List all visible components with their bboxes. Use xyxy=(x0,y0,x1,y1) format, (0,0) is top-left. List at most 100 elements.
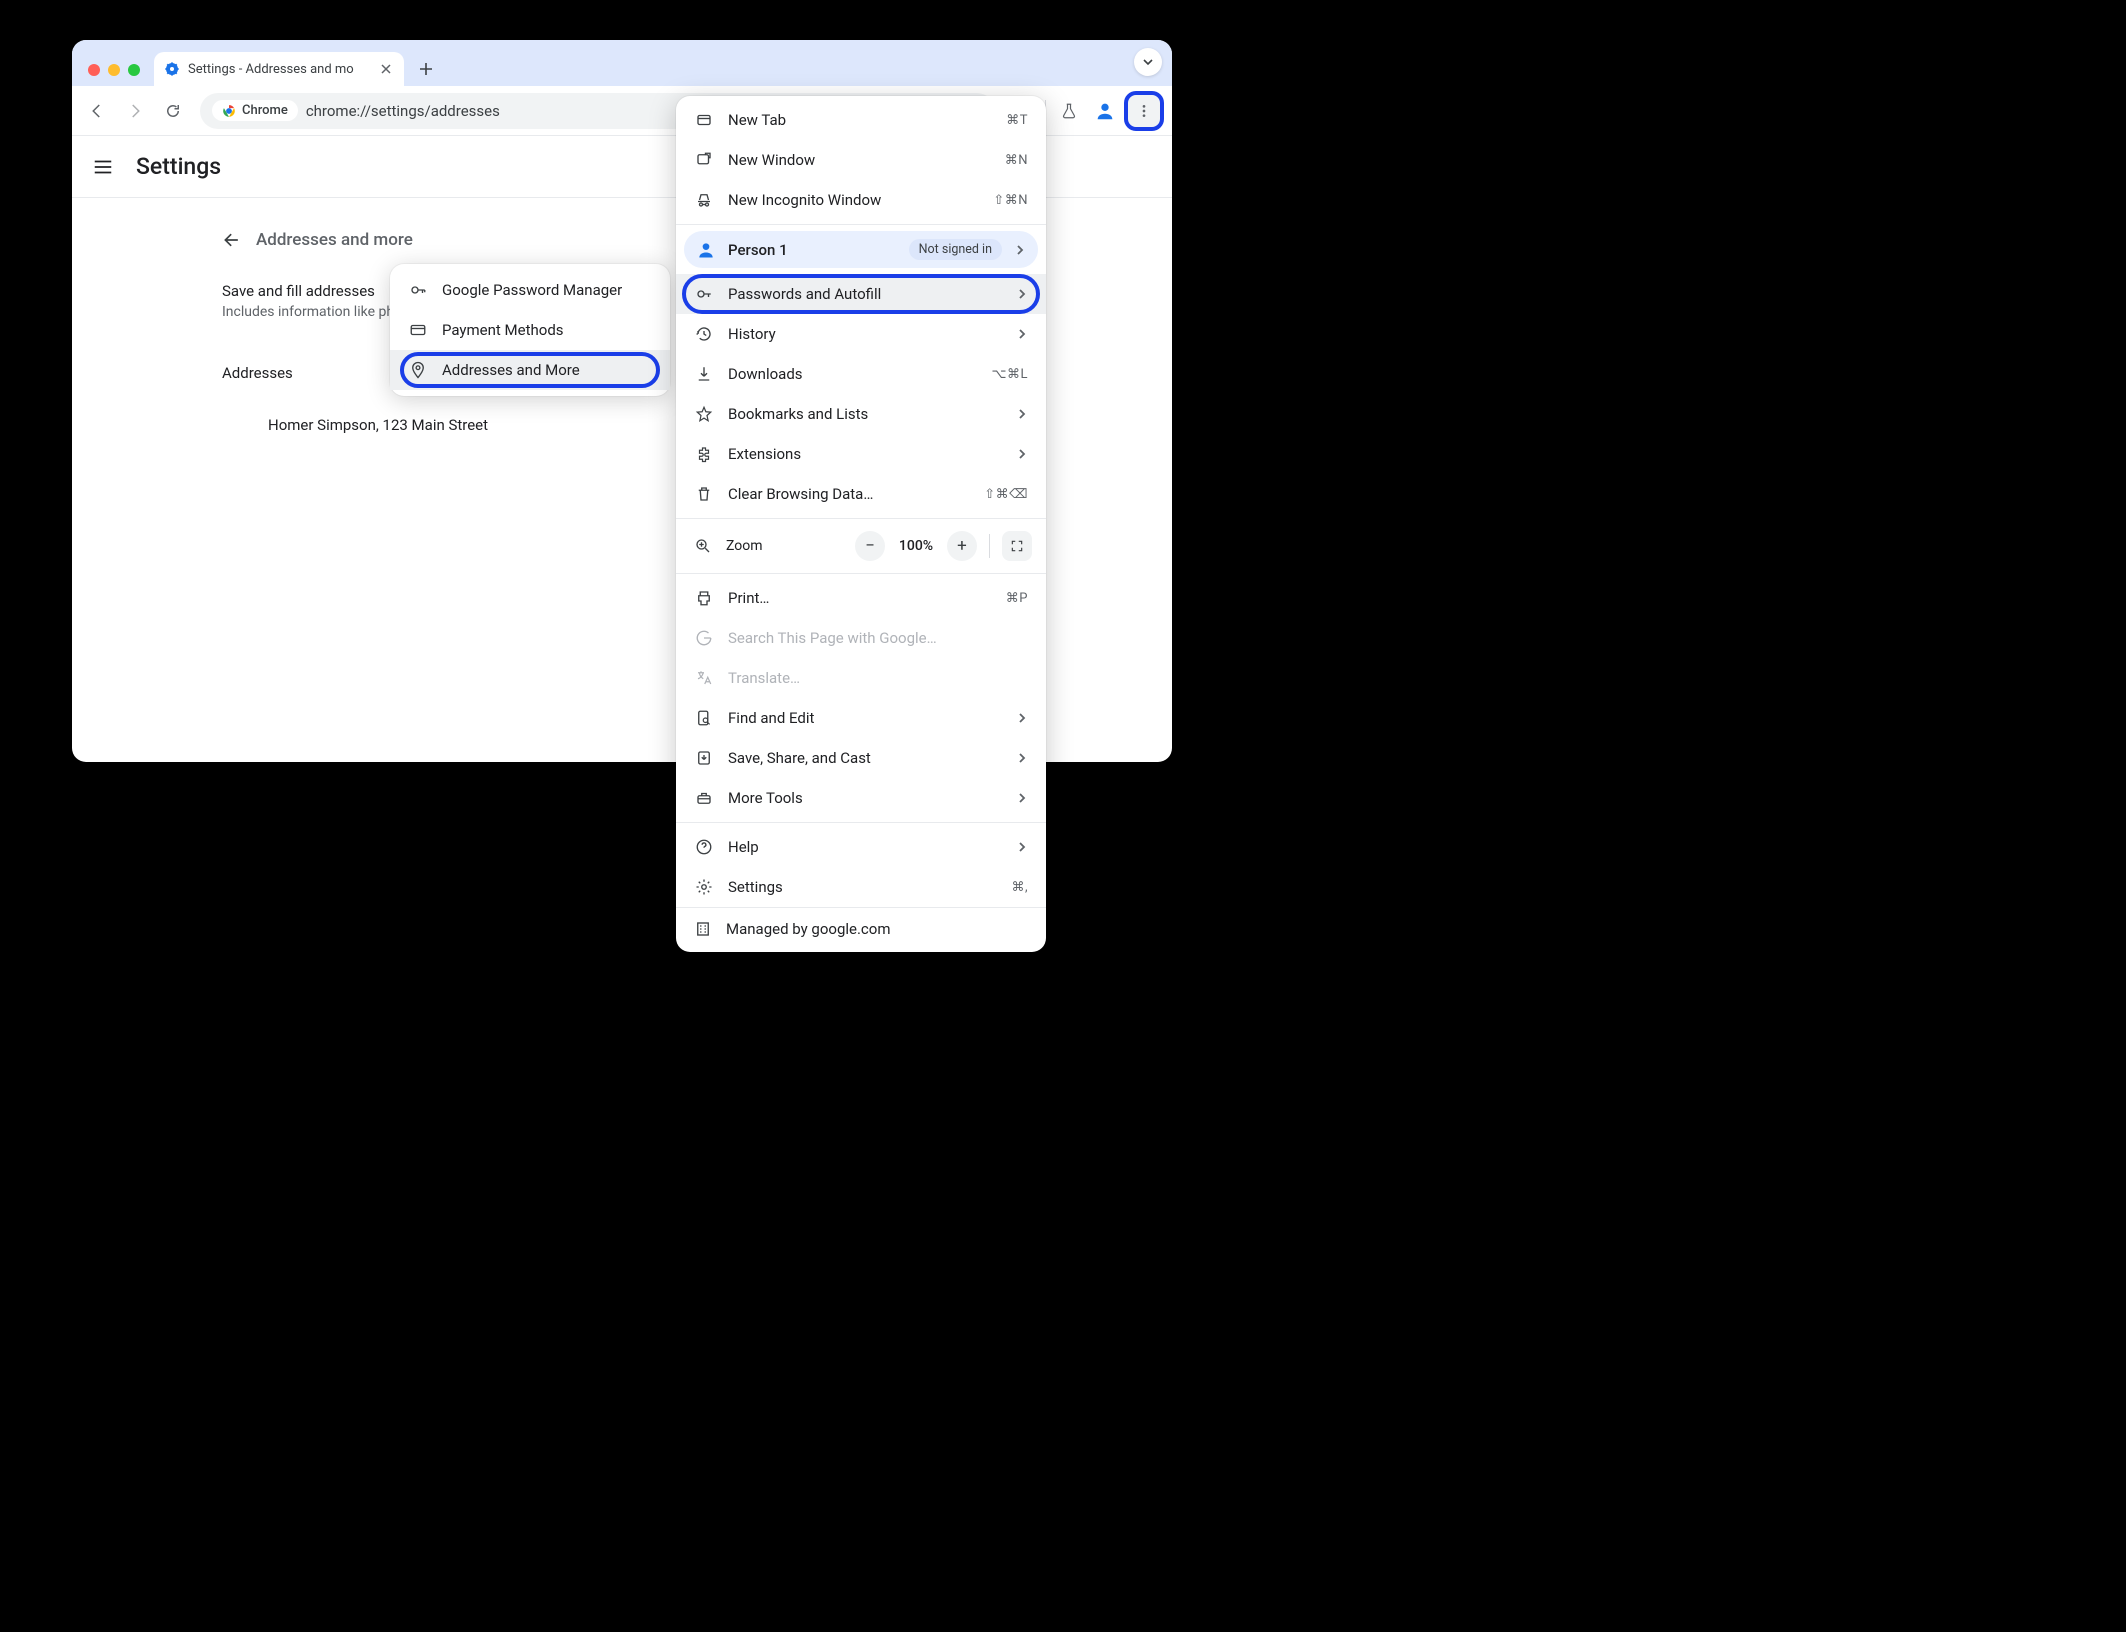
zoom-icon xyxy=(694,537,712,555)
zoom-out-button[interactable]: − xyxy=(855,531,885,561)
menu-label: New Tab xyxy=(728,111,992,129)
new-window-icon xyxy=(694,150,714,170)
new-tab-icon xyxy=(694,110,714,130)
chevron-right-icon xyxy=(1016,712,1028,724)
menu-bookmarks[interactable]: Bookmarks and Lists xyxy=(676,394,1046,434)
separator xyxy=(676,573,1046,574)
chevron-right-icon xyxy=(1016,448,1028,460)
menu-passwords-autofill[interactable]: Passwords and Autofill xyxy=(676,274,1046,314)
menu-shortcut: ⇧⌘N xyxy=(993,193,1028,208)
site-chip[interactable]: Chrome xyxy=(212,100,298,121)
menu-shortcut: ⌘N xyxy=(1005,153,1028,168)
submenu-label: Addresses and More xyxy=(442,361,652,379)
menu-downloads[interactable]: Downloads ⌥⌘L xyxy=(676,354,1046,394)
reload-button[interactable] xyxy=(156,94,190,128)
menu-zoom: Zoom − 100% + xyxy=(676,523,1046,569)
chrome-menu: New Tab ⌘T New Window ⌘N New Incognito W… xyxy=(676,96,1046,952)
menu-settings[interactable]: Settings ⌘, xyxy=(676,867,1046,907)
tab-search-button[interactable] xyxy=(1134,48,1162,76)
menu-label: Find and Edit xyxy=(728,709,1002,727)
card-icon xyxy=(408,320,428,340)
close-tab-button[interactable] xyxy=(378,61,394,77)
submenu-label: Google Password Manager xyxy=(442,281,652,299)
chevron-right-icon xyxy=(1014,244,1026,256)
menu-shortcut: ⌘T xyxy=(1006,113,1028,128)
toolbox-icon xyxy=(694,788,714,808)
menu-new-window[interactable]: New Window ⌘N xyxy=(676,140,1046,180)
chevron-right-icon xyxy=(1016,792,1028,804)
back-button[interactable] xyxy=(80,94,114,128)
minimize-window-button[interactable] xyxy=(108,64,120,76)
history-icon xyxy=(694,324,714,344)
gear-icon xyxy=(164,61,180,77)
chevron-right-icon xyxy=(1016,752,1028,764)
key-icon xyxy=(408,280,428,300)
menu-help[interactable]: Help xyxy=(676,827,1046,867)
menu-shortcut: ⌘P xyxy=(1006,591,1028,606)
menu-label: Search This Page with Google… xyxy=(728,629,1028,647)
tab-strip: Settings - Addresses and mo xyxy=(72,40,1172,86)
chevron-right-icon xyxy=(1016,408,1028,420)
menu-label: Clear Browsing Data… xyxy=(728,485,970,503)
menu-history[interactable]: History xyxy=(676,314,1046,354)
submenu-password-manager[interactable]: Google Password Manager xyxy=(390,270,670,310)
page-title: Settings xyxy=(136,153,221,180)
menu-label: Print… xyxy=(728,589,992,607)
browser-tab[interactable]: Settings - Addresses and mo xyxy=(154,52,404,86)
menu-more-tools[interactable]: More Tools xyxy=(676,778,1046,818)
forward-button[interactable] xyxy=(118,94,152,128)
menu-label: Save, Share, and Cast xyxy=(728,749,1002,767)
submenu-label: Payment Methods xyxy=(442,321,652,339)
kebab-icon xyxy=(1136,103,1152,119)
menu-extensions[interactable]: Extensions xyxy=(676,434,1046,474)
building-icon xyxy=(694,920,712,938)
chrome-menu-button[interactable] xyxy=(1124,91,1164,131)
trash-icon xyxy=(694,484,714,504)
zoom-in-button[interactable]: + xyxy=(947,531,977,561)
incognito-icon xyxy=(694,190,714,210)
save-icon xyxy=(694,748,714,768)
menu-label: Passwords and Autofill xyxy=(728,285,1002,303)
menu-print[interactable]: Print… ⌘P xyxy=(676,578,1046,618)
menu-shortcut: ⌥⌘L xyxy=(992,367,1028,382)
menu-new-tab[interactable]: New Tab ⌘T xyxy=(676,100,1046,140)
menu-label: New Incognito Window xyxy=(728,191,979,209)
divider xyxy=(989,534,990,558)
menu-clear-data[interactable]: Clear Browsing Data… ⇧⌘⌫ xyxy=(676,474,1046,514)
menu-save-share-cast[interactable]: Save, Share, and Cast xyxy=(676,738,1046,778)
menu-find-edit[interactable]: Find and Edit xyxy=(676,698,1046,738)
menu-label: Translate… xyxy=(728,669,1028,687)
menu-profile[interactable]: Person 1 Not signed in xyxy=(684,231,1038,268)
chevron-right-icon xyxy=(1016,288,1028,300)
menu-translate: Translate… xyxy=(676,658,1046,698)
menu-label: Extensions xyxy=(728,445,1002,463)
person-icon xyxy=(696,240,716,260)
chevron-right-icon xyxy=(1016,841,1028,853)
submenu-addresses-more[interactable]: Addresses and More xyxy=(390,350,670,390)
menu-label: History xyxy=(728,325,1002,343)
new-tab-button[interactable] xyxy=(412,55,440,83)
tab-title: Settings - Addresses and mo xyxy=(188,62,370,77)
menu-managed-by[interactable]: Managed by google.com xyxy=(676,907,1046,952)
window-controls xyxy=(82,64,146,86)
zoom-percent: 100% xyxy=(891,538,941,554)
menu-label: Bookmarks and Lists xyxy=(728,405,1002,423)
menu-label: New Window xyxy=(728,151,991,169)
fullscreen-button[interactable] xyxy=(1002,531,1032,561)
profile-button[interactable] xyxy=(1088,94,1122,128)
hamburger-menu-button[interactable] xyxy=(92,156,114,178)
menu-label: Help xyxy=(728,838,1002,856)
maximize-window-button[interactable] xyxy=(128,64,140,76)
back-arrow-button[interactable] xyxy=(222,230,242,250)
submenu-payment-methods[interactable]: Payment Methods xyxy=(390,310,670,350)
find-icon xyxy=(694,708,714,728)
close-window-button[interactable] xyxy=(88,64,100,76)
location-icon xyxy=(408,360,428,380)
site-chip-label: Chrome xyxy=(242,103,288,118)
translate-icon xyxy=(694,668,714,688)
managed-label: Managed by google.com xyxy=(726,920,891,938)
labs-button[interactable] xyxy=(1052,94,1086,128)
autofill-submenu: Google Password Manager Payment Methods … xyxy=(390,264,670,396)
menu-new-incognito[interactable]: New Incognito Window ⇧⌘N xyxy=(676,180,1046,220)
separator xyxy=(676,822,1046,823)
